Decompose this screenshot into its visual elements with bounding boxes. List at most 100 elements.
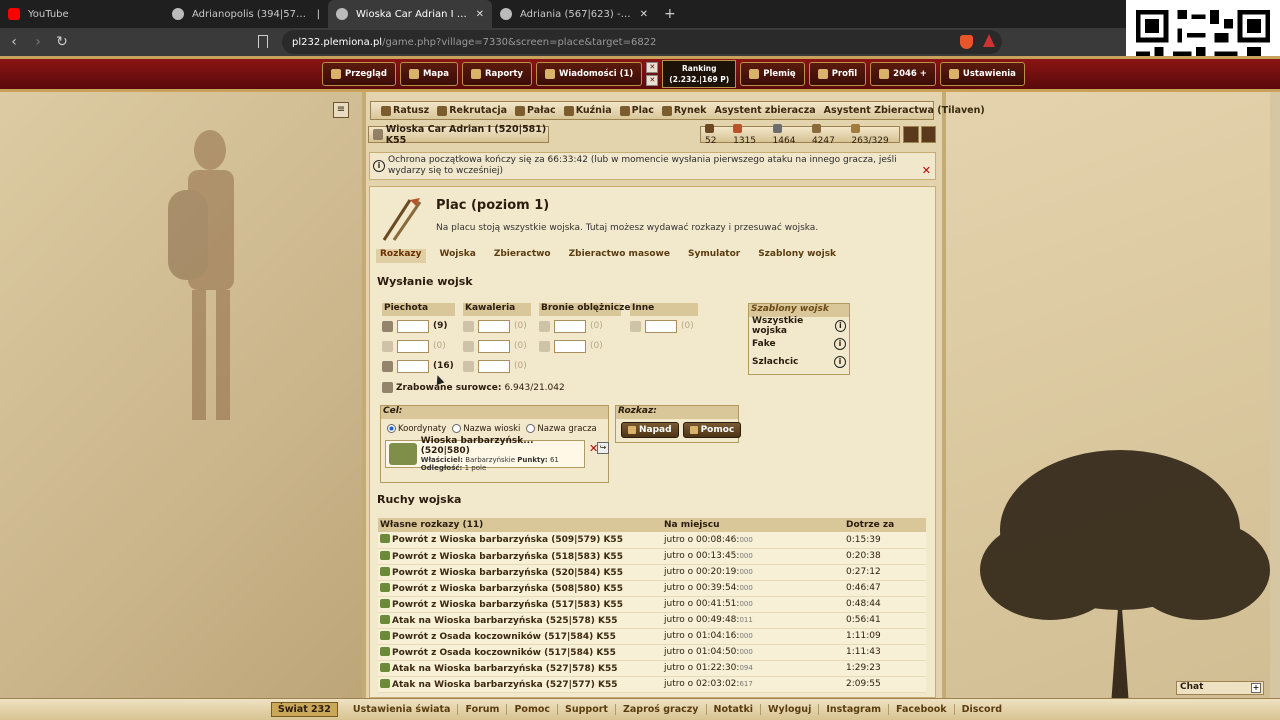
- radio-village-name[interactable]: Nazwa wioski: [452, 424, 520, 434]
- unit-count[interactable]: (0): [514, 321, 527, 331]
- menu-profil[interactable]: Profil: [808, 62, 867, 86]
- menu-ustawienia[interactable]: Ustawienia: [939, 62, 1025, 86]
- movement-link[interactable]: Powrót z Osada koczowników (517|584) K55: [378, 644, 662, 661]
- snob-icon[interactable]: [630, 320, 641, 332]
- template-noble[interactable]: Szlachcic i: [749, 353, 849, 371]
- unit-input-sword[interactable]: [397, 339, 429, 353]
- menu-raporty[interactable]: Raporty: [461, 62, 532, 86]
- page-scrollbar[interactable]: [1270, 92, 1280, 698]
- radio-coordinates[interactable]: Koordynaty: [387, 424, 446, 434]
- url-field[interactable]: pl232.plemiona.pl/game.php?village=7330&…: [282, 30, 1002, 54]
- unit-count[interactable]: (0): [590, 341, 603, 351]
- tab-szablony-wojsk[interactable]: Szablony wojsk: [754, 249, 840, 263]
- movement-link[interactable]: Atak na Wioska barbarzyńska (527|577) K5…: [378, 676, 662, 693]
- unit-count[interactable]: (0): [514, 341, 527, 351]
- quickbar-icon[interactable]: [920, 126, 936, 143]
- col-own-orders[interactable]: Własne rozkazy (11): [378, 518, 662, 532]
- movement-link[interactable]: Powrót z Wioska barbarzyńska (508|580) K…: [378, 580, 662, 597]
- tab-adriania[interactable]: Adriania (567|623) - Plemiona - Świat✕: [492, 0, 656, 28]
- movement-link[interactable]: Powrót z Wioska barbarzyńska (517|583) K…: [378, 596, 662, 613]
- building-rynek[interactable]: Rynek: [661, 105, 706, 116]
- menu-wiadomosci[interactable]: Wiadomości (1): [535, 62, 643, 86]
- unit-count[interactable]: (0): [514, 361, 527, 371]
- menu-przeglad[interactable]: Przegląd: [322, 62, 396, 86]
- new-tab-button[interactable]: +: [664, 6, 676, 22]
- close-tab-icon[interactable]: ✕: [640, 9, 648, 20]
- movement-link[interactable]: Atak na Wioska barbarzyńska (525|578) K5…: [378, 612, 662, 629]
- tab-zbieractwo-masowe[interactable]: Zbieractwo masowe: [565, 249, 674, 263]
- spy-icon[interactable]: [463, 320, 474, 332]
- village-name-bar[interactable]: Wioska Car Adrian I (520|581) K55: [368, 124, 549, 146]
- tab-adrianopolis[interactable]: Adrianopolis (394|573) - Plemiona - Ś|: [164, 0, 328, 28]
- movement-link[interactable]: Powrót z Osada koczowników (517|584) K55: [378, 628, 662, 645]
- footer-link[interactable]: Instagram: [818, 704, 888, 715]
- menu-mapa[interactable]: Mapa: [399, 62, 458, 86]
- forward-icon[interactable]: ›: [28, 34, 48, 50]
- unit-input-catapult[interactable]: [554, 339, 586, 353]
- info-icon[interactable]: i: [834, 356, 846, 368]
- attack-button[interactable]: Napad: [621, 422, 679, 438]
- unit-count[interactable]: (0): [590, 321, 603, 331]
- ranking-box[interactable]: Ranking (2.232.|169 P): [662, 60, 737, 88]
- movement-link[interactable]: Atak na Wioska barbarzyńska (527|578) K5…: [378, 660, 662, 677]
- unit-input-ram[interactable]: [554, 319, 586, 333]
- ram-icon[interactable]: [539, 320, 550, 332]
- building-asystent-zbieracza[interactable]: Asystent zbieracza: [714, 105, 815, 116]
- template-fake[interactable]: Fake i: [749, 335, 849, 353]
- radio-player-name[interactable]: Nazwa gracza: [526, 424, 597, 434]
- building-asystent-tilaven[interactable]: Asystent Zbieractwa (Tilaven): [824, 105, 985, 116]
- light-cavalry-icon[interactable]: [463, 340, 474, 352]
- support-button[interactable]: Pomoc: [682, 422, 742, 438]
- building-plac[interactable]: Plac: [619, 105, 654, 116]
- unit-count[interactable]: (9): [433, 321, 448, 331]
- unit-input-light[interactable]: [478, 339, 510, 353]
- target-village-card[interactable]: Wioska barbarzyńsk... (520|580) Właścici…: [385, 436, 585, 472]
- footer-link[interactable]: Zaproś graczy: [614, 704, 706, 715]
- tab-youtube[interactable]: YouTube: [0, 0, 164, 28]
- building-palac[interactable]: Pałac: [515, 105, 556, 116]
- movement-link[interactable]: Powrót z Wioska barbarzyńska (520|584) K…: [378, 564, 662, 581]
- back-icon[interactable]: ‹: [4, 34, 24, 50]
- bookmark-icon[interactable]: [258, 35, 268, 48]
- building-kuznia[interactable]: Kuźnia: [563, 105, 612, 116]
- footer-link[interactable]: Support: [557, 704, 615, 715]
- unit-input-spear[interactable]: [397, 319, 429, 333]
- unit-input-snob[interactable]: [645, 319, 677, 333]
- template-all-troops[interactable]: Wszystkie wojska i: [749, 316, 849, 336]
- expand-icon[interactable]: +: [1251, 683, 1261, 693]
- unit-count[interactable]: (0): [433, 341, 446, 351]
- reload-icon[interactable]: ↻: [52, 34, 72, 50]
- unit-input-heavy[interactable]: [478, 359, 510, 373]
- axe-icon[interactable]: [382, 360, 393, 372]
- info-icon[interactable]: i: [834, 338, 846, 350]
- brave-rewards-icon[interactable]: [983, 34, 995, 47]
- tab-zbieractwo[interactable]: Zbieractwo: [490, 249, 555, 263]
- redirect-icon[interactable]: ↪: [597, 442, 609, 454]
- close-tab-icon[interactable]: |: [317, 9, 320, 20]
- building-rekrutacja[interactable]: Rekrutacja: [437, 105, 507, 116]
- chat-widget[interactable]: Chat +: [1176, 681, 1264, 695]
- close-tab-icon[interactable]: ✕: [476, 9, 484, 20]
- info-icon[interactable]: i: [834, 320, 846, 332]
- brave-shield-icon[interactable]: [960, 35, 973, 49]
- close-icon[interactable]: ✕: [646, 75, 659, 86]
- tab-symulator[interactable]: Symulator: [684, 249, 744, 263]
- unit-count[interactable]: (0): [681, 321, 694, 331]
- spear-icon[interactable]: [382, 320, 393, 332]
- footer-link[interactable]: Wyloguj: [760, 704, 818, 715]
- close-icon[interactable]: ✕: [922, 165, 931, 176]
- movement-link[interactable]: Powrót z Wioska barbarzyńska (518|583) K…: [378, 548, 662, 565]
- tab-rozkazy[interactable]: Rozkazy: [376, 249, 426, 263]
- tab-wioska-car-adrian[interactable]: Wioska Car Adrian I (520|581) - ✕: [328, 0, 492, 28]
- menu-premium[interactable]: 2046 +: [870, 62, 936, 86]
- quickbar-icon[interactable]: [903, 126, 919, 143]
- tab-wojska[interactable]: Wojska: [436, 249, 480, 263]
- footer-link[interactable]: Ustawienia świata: [346, 704, 458, 715]
- heavy-cavalry-icon[interactable]: [463, 360, 474, 372]
- footer-link[interactable]: Forum: [457, 704, 506, 715]
- movement-link[interactable]: Powrót z Wioska barbarzyńska (509|579) K…: [378, 532, 662, 549]
- unit-count[interactable]: (16): [433, 361, 454, 371]
- world-badge[interactable]: Świat 232: [270, 702, 338, 717]
- sword-icon[interactable]: [382, 340, 393, 352]
- close-icon[interactable]: ✕: [646, 62, 659, 73]
